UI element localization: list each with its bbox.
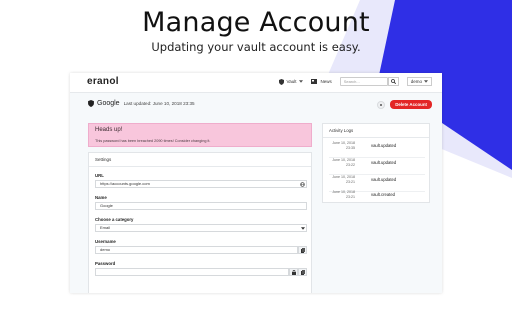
log-time: 23:21: [346, 195, 355, 199]
log-time: 23:35: [346, 146, 355, 150]
header-actions: Delete Account: [377, 100, 432, 109]
share-icon: [380, 103, 383, 106]
log-date: June 10, 2018: [332, 158, 355, 162]
name-input[interactable]: Google: [95, 202, 307, 210]
copy-icon: [300, 269, 305, 275]
hero-subtitle: Updating your vault account is easy.: [151, 40, 361, 54]
log-date: June 10, 2018: [332, 175, 355, 179]
brand-logo[interactable]: eranol: [87, 76, 119, 87]
last-updated: Last updated: June 10, 2018 23:35: [123, 101, 195, 106]
account-header: Google Last updated: June 10, 2018 23:35: [88, 100, 195, 107]
user-menu-button[interactable]: demo: [406, 77, 432, 86]
account-name: Google: [97, 100, 120, 107]
search-input[interactable]: Search...: [339, 77, 388, 86]
search-button[interactable]: [387, 77, 399, 86]
search-icon: [390, 79, 396, 84]
hero: Manage Account Updating your vault accou…: [0, 0, 512, 70]
log-action: vault.updated: [371, 177, 397, 182]
copy-password-button[interactable]: [298, 268, 307, 276]
alert-message: This password has been breached 2090 tim…: [95, 139, 211, 143]
url-label: URL: [95, 173, 104, 178]
username-label: Username: [95, 239, 116, 244]
lock-icon: [291, 269, 296, 275]
url-input[interactable]: https://accounts.google.com: [95, 180, 307, 188]
category-select[interactable]: Email: [95, 224, 307, 232]
log-action: vault.updated: [371, 143, 397, 148]
toggle-password-button[interactable]: [289, 268, 298, 276]
share-button[interactable]: [377, 100, 386, 109]
delete-account-button[interactable]: Delete Account: [390, 100, 432, 109]
chevron-down-icon: [424, 80, 428, 83]
log-date: June 10, 2018: [332, 190, 355, 194]
app-window: eranol Vault News Search... demo Google …: [70, 73, 442, 293]
chevron-down-icon: [299, 80, 304, 83]
activity-logs-card: Activity Logs June 10, 2018 23:35 vault.…: [322, 123, 430, 203]
search-group: Search...: [339, 77, 399, 86]
nav-vault-dropdown[interactable]: Vault: [278, 78, 304, 85]
shield-icon: [88, 100, 94, 107]
log-time: 23:22: [346, 163, 355, 167]
open-url-button[interactable]: [298, 180, 307, 188]
copy-icon: [300, 247, 305, 253]
newspaper-icon: [311, 79, 318, 84]
name-label: Name: [95, 195, 107, 200]
password-label: Password: [95, 261, 116, 266]
password-input[interactable]: [95, 268, 289, 276]
settings-card: Settings URL https://accounts.google.com…: [88, 152, 312, 293]
log-date: June 10, 2018: [332, 141, 355, 145]
activity-title: Activity Logs: [329, 128, 354, 133]
globe-icon: [300, 181, 305, 187]
category-label: Choose a category: [95, 217, 134, 222]
log-action: vault.updated: [371, 160, 397, 165]
shield-icon: [278, 78, 284, 85]
log-action: vault.created: [371, 192, 395, 197]
log-row: June 10, 2018 23:21 vault.created: [323, 190, 431, 204]
chevron-down-icon: [301, 227, 305, 230]
breach-alert: Heads up! This password has been breache…: [88, 123, 312, 147]
nav-news-label: News: [320, 79, 332, 84]
navbar: eranol Vault News Search... demo: [70, 73, 442, 93]
user-label: demo: [410, 79, 422, 84]
divider: [89, 166, 311, 167]
username-input[interactable]: demo: [95, 246, 298, 254]
log-time: 23:21: [346, 180, 355, 184]
log-row: June 10, 2018 23:35 vault.updated: [323, 141, 431, 158]
settings-title: Settings: [95, 157, 112, 162]
nav-right: Vault News Search... demo: [278, 77, 432, 86]
copy-username-button[interactable]: [298, 246, 307, 254]
alert-title: Heads up!: [95, 127, 123, 133]
divider: [323, 137, 429, 138]
log-row: June 10, 2018 23:22 vault.updated: [323, 158, 431, 175]
hero-title: Manage Account: [142, 7, 370, 38]
nav-vault-label: Vault: [286, 79, 297, 84]
nav-news-link[interactable]: News: [311, 79, 332, 84]
